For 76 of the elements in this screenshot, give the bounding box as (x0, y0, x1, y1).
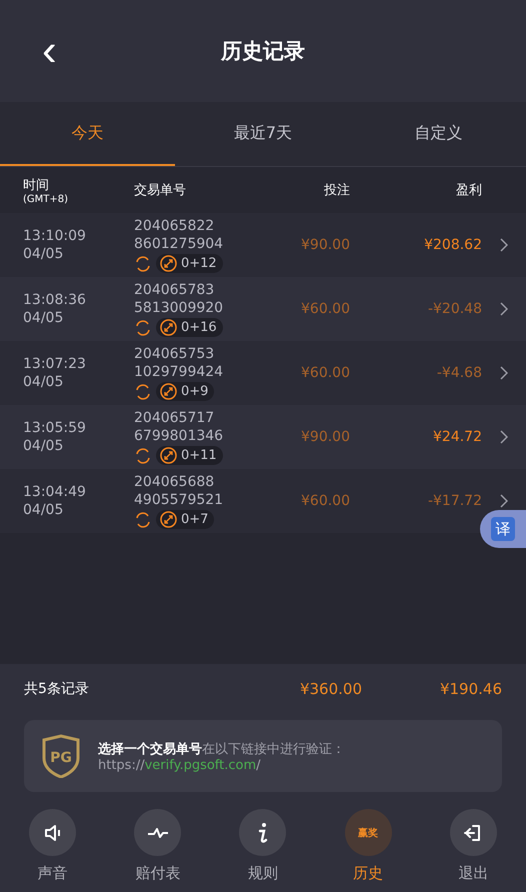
spin-count: 0+12 (181, 256, 217, 271)
refresh-icon (134, 510, 152, 528)
expand-icon (160, 255, 177, 272)
time-cell-text: 13:08:36 (23, 291, 87, 309)
refresh-icon (134, 318, 152, 336)
refresh-icon (134, 382, 152, 400)
order-number: 6799801346 (134, 427, 224, 445)
column-header: 时间 (23, 176, 50, 194)
bet-amount: ¥60.00 (301, 493, 350, 509)
nav-button[interactable]: 赢奖 历史 (338, 808, 398, 884)
order-number: 5813009920 (134, 299, 224, 317)
page-title: 历史记录 (221, 38, 305, 65)
order-number: 204065753 (134, 345, 216, 363)
order-number: 8601275904 (134, 235, 224, 253)
chevron-icon[interactable] (500, 430, 508, 444)
chevron-icon[interactable] (500, 366, 508, 380)
profit-amount: -¥4.68 (436, 365, 482, 381)
refresh-icon (134, 446, 152, 464)
profit-amount: -¥20.48 (428, 301, 482, 317)
spin-count: 0+11 (181, 448, 217, 463)
back-button[interactable]: ‹ (36, 33, 63, 69)
column-header: 盈利 (456, 182, 482, 199)
order-number: 204065717 (134, 409, 216, 427)
time-cell-text: 13:04:49 (23, 483, 87, 501)
bet-amount: ¥90.00 (301, 237, 350, 253)
order-number: 204065688 (134, 473, 216, 491)
profit-amount: ¥24.72 (433, 429, 482, 445)
profit-amount: ¥208.62 (424, 237, 482, 253)
timezone-label: (GMT+8) (23, 194, 70, 204)
bet-amount: ¥60.00 (301, 365, 350, 381)
speaker-icon (42, 822, 63, 842)
bet-amount: ¥90.00 (301, 429, 350, 445)
date-tab[interactable]: 自定义 (350, 102, 526, 166)
order-number: 204065783 (134, 281, 216, 299)
expand-icon (160, 511, 177, 528)
record-count: 共5条记录 (24, 680, 90, 698)
date-cell-text: 04/05 (23, 309, 64, 327)
history-icon: 赢奖 (358, 826, 378, 840)
date-cell-text: 04/05 (23, 437, 64, 455)
date-cell-text: 04/05 (23, 501, 64, 519)
time-cell-text: 13:07:23 (23, 355, 87, 373)
column-header: 交易单号 (134, 182, 187, 199)
date-cell-text: 04/05 (23, 245, 64, 263)
pulse-icon (146, 826, 169, 840)
chevron-icon[interactable] (500, 302, 508, 316)
chevron-icon[interactable] (500, 238, 508, 252)
date-tab[interactable]: 最近7天 (175, 102, 351, 166)
time-cell-text: 13:05:59 (23, 419, 87, 437)
info-icon (256, 822, 269, 844)
total-profit: ¥190.46 (438, 680, 502, 698)
refresh-icon (134, 254, 152, 272)
order-number: 1029799424 (134, 363, 224, 381)
spin-count: 0+7 (181, 512, 208, 527)
spin-count: 0+16 (181, 320, 217, 335)
verify-instruction: 选择一个交易单号在以下链接中进行验证： (98, 740, 345, 758)
nav-button[interactable]: 赔付表 (128, 808, 188, 884)
expand-icon (160, 383, 177, 400)
date-cell-text: 04/05 (23, 373, 64, 391)
total-bet: ¥360.00 (298, 680, 362, 698)
time-cell-text: 13:10:09 (23, 227, 87, 245)
verify-url: https://verify.pgsoft.com/ (98, 758, 262, 772)
spin-count: 0+9 (181, 384, 208, 399)
verify-link[interactable]: verify.pgsoft.com (144, 758, 256, 772)
order-number: 204065822 (134, 217, 216, 235)
bet-amount: ¥60.00 (301, 301, 350, 317)
expand-icon (160, 319, 177, 336)
nav-button[interactable]: 声音 (23, 808, 82, 884)
chevron-icon[interactable] (500, 494, 508, 508)
nav-button[interactable]: 退出 (444, 808, 503, 884)
shield-logo: PG (40, 734, 82, 778)
expand-icon (160, 447, 177, 464)
column-header: 投注 (324, 182, 350, 199)
order-number: 4905579521 (134, 491, 224, 509)
translate-button[interactable]: 译 (480, 510, 526, 548)
nav-button[interactable]: 规则 (233, 808, 292, 884)
profit-amount: -¥17.72 (428, 493, 482, 509)
